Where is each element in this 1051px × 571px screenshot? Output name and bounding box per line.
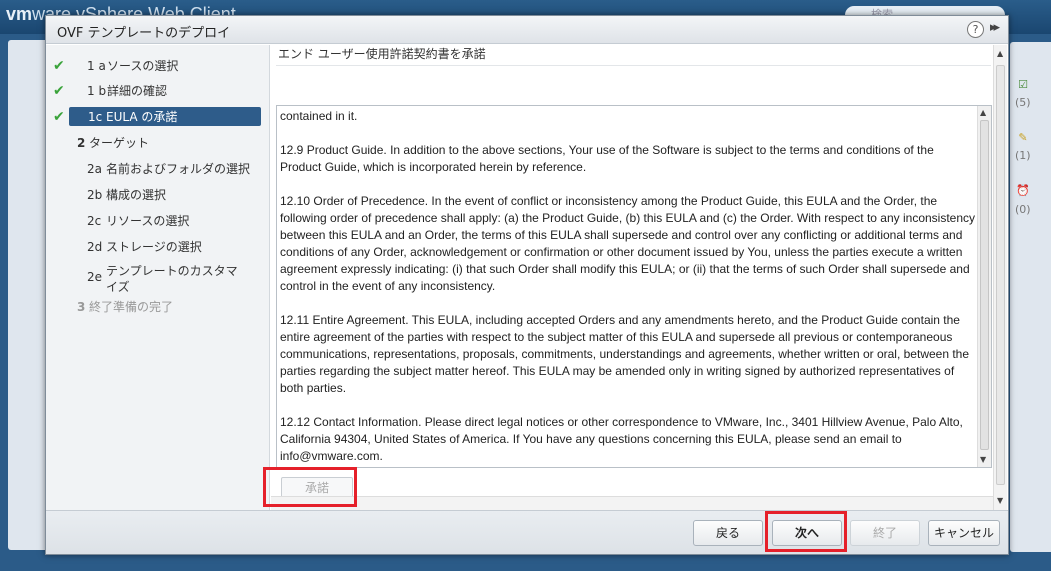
step-target[interactable]: 2 ターゲット — [46, 133, 270, 153]
tasks-count: (5) — [1015, 96, 1031, 109]
step-ready-to-complete[interactable]: 3 終了準備の完了 — [46, 297, 270, 317]
step-label: ターゲット — [89, 136, 150, 150]
accept-highlight-box — [263, 467, 357, 507]
eula-paragraph: 12.10 Order of Precedence. In the event … — [280, 194, 976, 293]
scroll-up-icon[interactable]: ▲ — [997, 49, 1003, 58]
step-number: 2 — [77, 136, 86, 150]
step-accept-eula[interactable]: ✔ 1c EULA の承諾 — [46, 107, 270, 127]
step-customize-template[interactable]: 2e テンプレートのカスタマイズ — [46, 263, 270, 294]
eula-scrollbar[interactable]: ▲ ▼ — [977, 106, 991, 467]
cancel-button[interactable]: キャンセル — [928, 520, 1000, 546]
step-number: 1 b — [87, 84, 107, 98]
eula-page: エンド ユーザー使用許諾契約書を承諾 contained in it. 12.9… — [271, 45, 1008, 510]
scroll-down-icon[interactable]: ▼ — [980, 455, 986, 464]
right-panel — [1010, 42, 1051, 552]
main-horizontal-scrollbar[interactable] — [271, 496, 993, 510]
deploy-ovf-dialog: OVF テンプレートのデプロイ ? ▸▸ ✔ 1 a ソースの選択 ✔ 1 b … — [45, 15, 1009, 555]
work-in-progress-icon[interactable]: ✎ — [1016, 131, 1030, 145]
expand-icon[interactable]: ▸▸ — [990, 20, 1000, 35]
step-select-name-folder[interactable]: 2a 名前およびフォルダの選択 — [46, 159, 270, 179]
step-select-storage[interactable]: 2d ストレージの選択 — [46, 237, 270, 257]
step-label: リソースの選択 — [106, 214, 190, 228]
wizard-steps: ✔ 1 a ソースの選択 ✔ 1 b 詳細の確認 ✔ 1c EULA の承諾 2… — [46, 45, 270, 539]
check-icon: ✔ — [53, 109, 65, 125]
dialog-title: OVF テンプレートのデプロイ — [57, 26, 231, 41]
step-number: 3 — [77, 300, 86, 314]
alarms-icon[interactable]: ⏰ — [1016, 184, 1030, 198]
tasks-icon[interactable]: ☑ — [1016, 78, 1030, 92]
dialog-titlebar: OVF テンプレートのデプロイ ? ▸▸ — [46, 16, 1008, 44]
step-label: 構成の選択 — [106, 188, 167, 202]
step-label: テンプレートのカスタマイズ — [106, 264, 238, 294]
eula-paragraph: 12.9 Product Guide. In addition to the a… — [280, 143, 934, 174]
page-heading: エンド ユーザー使用許諾契約書を承諾 — [278, 47, 486, 61]
step-label: EULA の承諾 — [106, 110, 178, 124]
step-number: 2b — [87, 188, 103, 202]
navigator-panel — [8, 40, 48, 550]
brand-vm: vm — [6, 4, 33, 24]
step-number: 1 a — [87, 59, 106, 73]
step-label: ソースの選択 — [107, 59, 179, 73]
scroll-thumb[interactable] — [980, 120, 989, 450]
step-select-resource[interactable]: 2c リソースの選択 — [46, 211, 270, 231]
step-review-details[interactable]: ✔ 1 b 詳細の確認 — [46, 81, 270, 101]
work-in-progress-count: (1) — [1015, 149, 1031, 162]
check-icon: ✔ — [53, 83, 65, 99]
step-number: 2d — [87, 240, 103, 254]
step-number: 2a — [87, 162, 102, 176]
scroll-down-icon[interactable]: ▼ — [997, 496, 1003, 505]
dialog-footer: 戻る 次へ 終了 キャンセル — [46, 510, 1008, 554]
eula-text-area[interactable]: contained in it. 12.9 Product Guide. In … — [276, 105, 992, 468]
page-scrollbar[interactable]: ▲ ▼ — [993, 45, 1007, 510]
step-select-configuration[interactable]: 2b 構成の選択 — [46, 185, 270, 205]
step-number: 2e — [87, 270, 103, 284]
step-number: 2c — [87, 214, 102, 228]
finish-button[interactable]: 終了 — [850, 520, 920, 546]
eula-paragraph: 12.12 Contact Information. Please direct… — [280, 415, 963, 463]
step-select-source[interactable]: ✔ 1 a ソースの選択 — [46, 56, 270, 76]
scroll-thumb[interactable] — [996, 65, 1005, 485]
eula-paragraph: 12.11 Entire Agreement. This EULA, inclu… — [280, 313, 970, 395]
check-icon: ✔ — [53, 58, 65, 74]
heading-divider — [276, 65, 991, 66]
step-label: 詳細の確認 — [107, 84, 168, 98]
step-label: 終了準備の完了 — [89, 300, 174, 314]
alarms-count: (0) — [1015, 203, 1031, 216]
help-icon[interactable]: ? — [967, 21, 984, 38]
step-label: 名前およびフォルダの選択 — [106, 162, 251, 176]
eula-paragraph: contained in it. — [280, 109, 358, 123]
step-label: ストレージの選択 — [106, 240, 202, 254]
scroll-up-icon[interactable]: ▲ — [980, 108, 986, 117]
eula-text: contained in it. 12.9 Product Guide. In … — [280, 108, 977, 467]
next-highlight-box — [765, 511, 847, 552]
back-button[interactable]: 戻る — [693, 520, 763, 546]
step-number: 1c — [88, 110, 103, 124]
